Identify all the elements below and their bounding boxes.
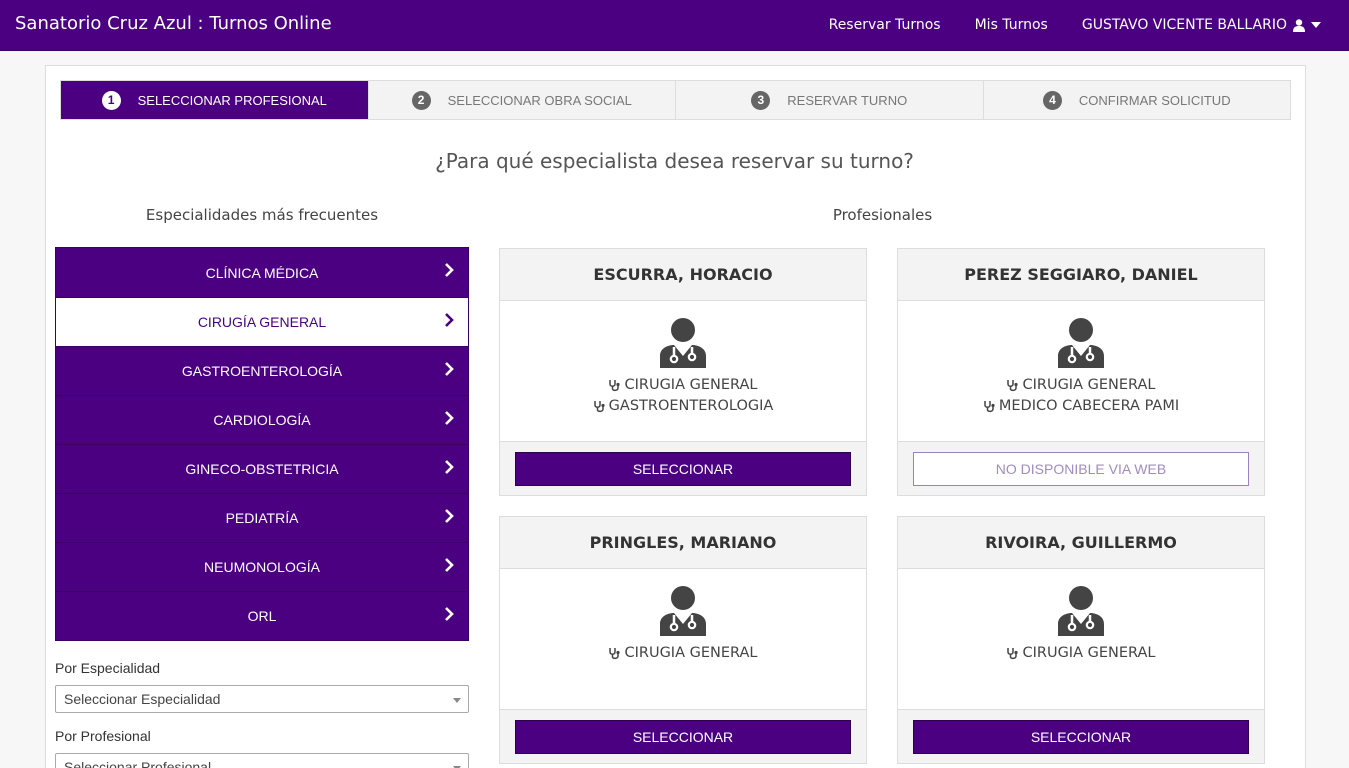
stethoscope-icon	[1007, 380, 1019, 392]
step-number: 3	[751, 90, 771, 110]
professional-card: PRINGLES, MARIANO CIRUGIA GENERAL SELECC…	[499, 516, 867, 764]
professional-card: RIVOIRA, GUILLERMO CIRUGIA GENERAL SELEC…	[897, 516, 1265, 764]
step-number: 4	[1042, 90, 1062, 110]
nav-reservar-turnos[interactable]: Reservar Turnos	[812, 17, 958, 33]
chevron-right-icon	[445, 607, 454, 621]
select-professional-button[interactable]: SELECCIONAR	[515, 720, 851, 754]
stethoscope-icon	[609, 380, 621, 392]
stethoscope-icon	[984, 401, 995, 413]
specialty-list: CLÍNICA MÉDICA CIRUGÍA GENERAL GASTROENT…	[55, 247, 469, 641]
specialty-item[interactable]: NEUMONOLOGÍA	[56, 542, 468, 591]
professional-select[interactable]: Seleccionar Profesional	[55, 753, 469, 768]
professional-specialty: MEDICO CABECERA PAMI	[898, 396, 1264, 417]
step-label: SELECCIONAR OBRA SOCIAL	[447, 92, 632, 108]
specialty-label: CIRUGÍA GENERAL	[197, 314, 327, 330]
specialty-select[interactable]: Seleccionar Especialidad	[55, 685, 469, 713]
select-caret-icon	[453, 698, 461, 703]
specialty-label: GASTROENTEROLOGÍA	[181, 363, 343, 379]
step-label: SELECCIONAR PROFESIONAL	[137, 92, 327, 108]
step-number: 2	[411, 90, 431, 110]
page-question: ¿Para qué especialista desea reservar su…	[435, 149, 914, 173]
specialty-item[interactable]: CIRUGÍA GENERAL	[56, 297, 468, 346]
specialty-label: CLÍNICA MÉDICA	[205, 264, 319, 281]
doctor-icon	[1058, 318, 1104, 368]
specialties-heading: Especialidades más frecuentes	[145, 206, 379, 224]
chevron-right-icon	[445, 362, 454, 376]
specialty-item[interactable]: GINECO-OBSTETRICIA	[56, 444, 468, 493]
chevron-right-icon	[445, 460, 454, 474]
step-seleccionar-obra-social[interactable]: 2 SELECCIONAR OBRA SOCIAL	[367, 81, 675, 119]
nav-mis-turnos[interactable]: Mis Turnos	[958, 17, 1065, 33]
specialty-select-value: Seleccionar Especialidad	[64, 691, 221, 707]
step-confirmar-solicitud[interactable]: 4 CONFIRMAR SOLICITUD	[982, 81, 1290, 119]
professional-name: RIVOIRA, GUILLERMO	[898, 517, 1264, 569]
professional-name: PRINGLES, MARIANO	[500, 517, 866, 569]
chevron-right-icon	[445, 411, 454, 425]
doctor-icon	[1058, 586, 1104, 636]
specialty-label: GINECO-OBSTETRICIA	[185, 461, 339, 477]
step-label: RESERVAR TURNO	[787, 92, 908, 108]
doctor-icon	[660, 586, 706, 636]
specialty-item[interactable]: CLÍNICA MÉDICA	[56, 248, 468, 297]
filter-specialty-label: Por Especialidad	[55, 660, 161, 676]
professional-specialty: CIRUGIA GENERAL	[500, 643, 866, 664]
professional-card: ESCURRA, HORACIO CIRUGIA GENERAL GASTROE…	[499, 248, 867, 496]
user-menu[interactable]: GUSTAVO VICENTE BALLARIO	[1065, 17, 1349, 33]
specialty-item[interactable]: CARDIOLOGÍA	[56, 395, 468, 444]
professionals-heading: Profesionales	[832, 206, 933, 224]
professional-specialty: CIRUGIA GENERAL	[898, 375, 1264, 396]
step-reservar-turno[interactable]: 3 RESERVAR TURNO	[675, 81, 983, 119]
chevron-right-icon	[445, 509, 454, 523]
professional-select-value: Seleccionar Profesional	[64, 759, 212, 768]
filter-professional-label: Por Profesional	[55, 728, 151, 744]
specialty-item[interactable]: GASTROENTEROLOGÍA	[56, 346, 468, 395]
professional-specialty: GASTROENTEROLOGIA	[500, 396, 866, 417]
step-seleccionar-profesional[interactable]: 1 SELECCIONAR PROFESIONAL	[61, 81, 368, 119]
select-professional-button[interactable]: SELECCIONAR	[913, 720, 1249, 754]
step-number: 1	[101, 90, 121, 110]
select-professional-button[interactable]: SELECCIONAR	[515, 452, 851, 486]
professional-specialty: CIRUGIA GENERAL	[898, 643, 1264, 664]
nav-links: Reservar Turnos Mis Turnos GUSTAVO VICEN…	[812, 0, 1349, 50]
caret-down-icon	[1311, 22, 1321, 28]
stethoscope-icon	[593, 401, 605, 413]
specialty-item[interactable]: ORL	[56, 591, 468, 640]
specialty-label: PEDIATRÍA	[225, 510, 299, 526]
professional-name: PEREZ SEGGIARO, DANIEL	[898, 249, 1264, 301]
wizard-steps: 1 SELECCIONAR PROFESIONAL 2 SELECCIONAR …	[60, 80, 1291, 120]
step-label: CONFIRMAR SOLICITUD	[1078, 92, 1231, 108]
doctor-icon	[660, 318, 706, 368]
specialty-label: CARDIOLOGÍA	[213, 412, 311, 428]
app-title[interactable]: Sanatorio Cruz Azul : Turnos Online	[15, 13, 332, 34]
chevron-right-icon	[445, 313, 454, 327]
professional-specialty: CIRUGIA GENERAL	[500, 375, 866, 396]
user-icon	[1293, 18, 1305, 32]
specialty-label: NEUMONOLOGÍA	[204, 559, 320, 575]
stethoscope-icon	[609, 648, 621, 660]
user-name: GUSTAVO VICENTE BALLARIO	[1081, 17, 1287, 33]
chevron-right-icon	[445, 558, 454, 572]
professional-name: ESCURRA, HORACIO	[500, 249, 866, 301]
specialty-label: ORL	[247, 608, 277, 624]
top-navbar: Sanatorio Cruz Azul : Turnos Online Rese…	[0, 0, 1349, 51]
specialty-item[interactable]: PEDIATRÍA	[56, 493, 468, 542]
not-available-button: NO DISPONIBLE VIA WEB	[913, 452, 1249, 486]
chevron-right-icon	[445, 263, 454, 277]
professional-card: PEREZ SEGGIARO, DANIEL CIRUGIA GENERAL M…	[897, 248, 1265, 496]
stethoscope-icon	[1007, 648, 1019, 660]
